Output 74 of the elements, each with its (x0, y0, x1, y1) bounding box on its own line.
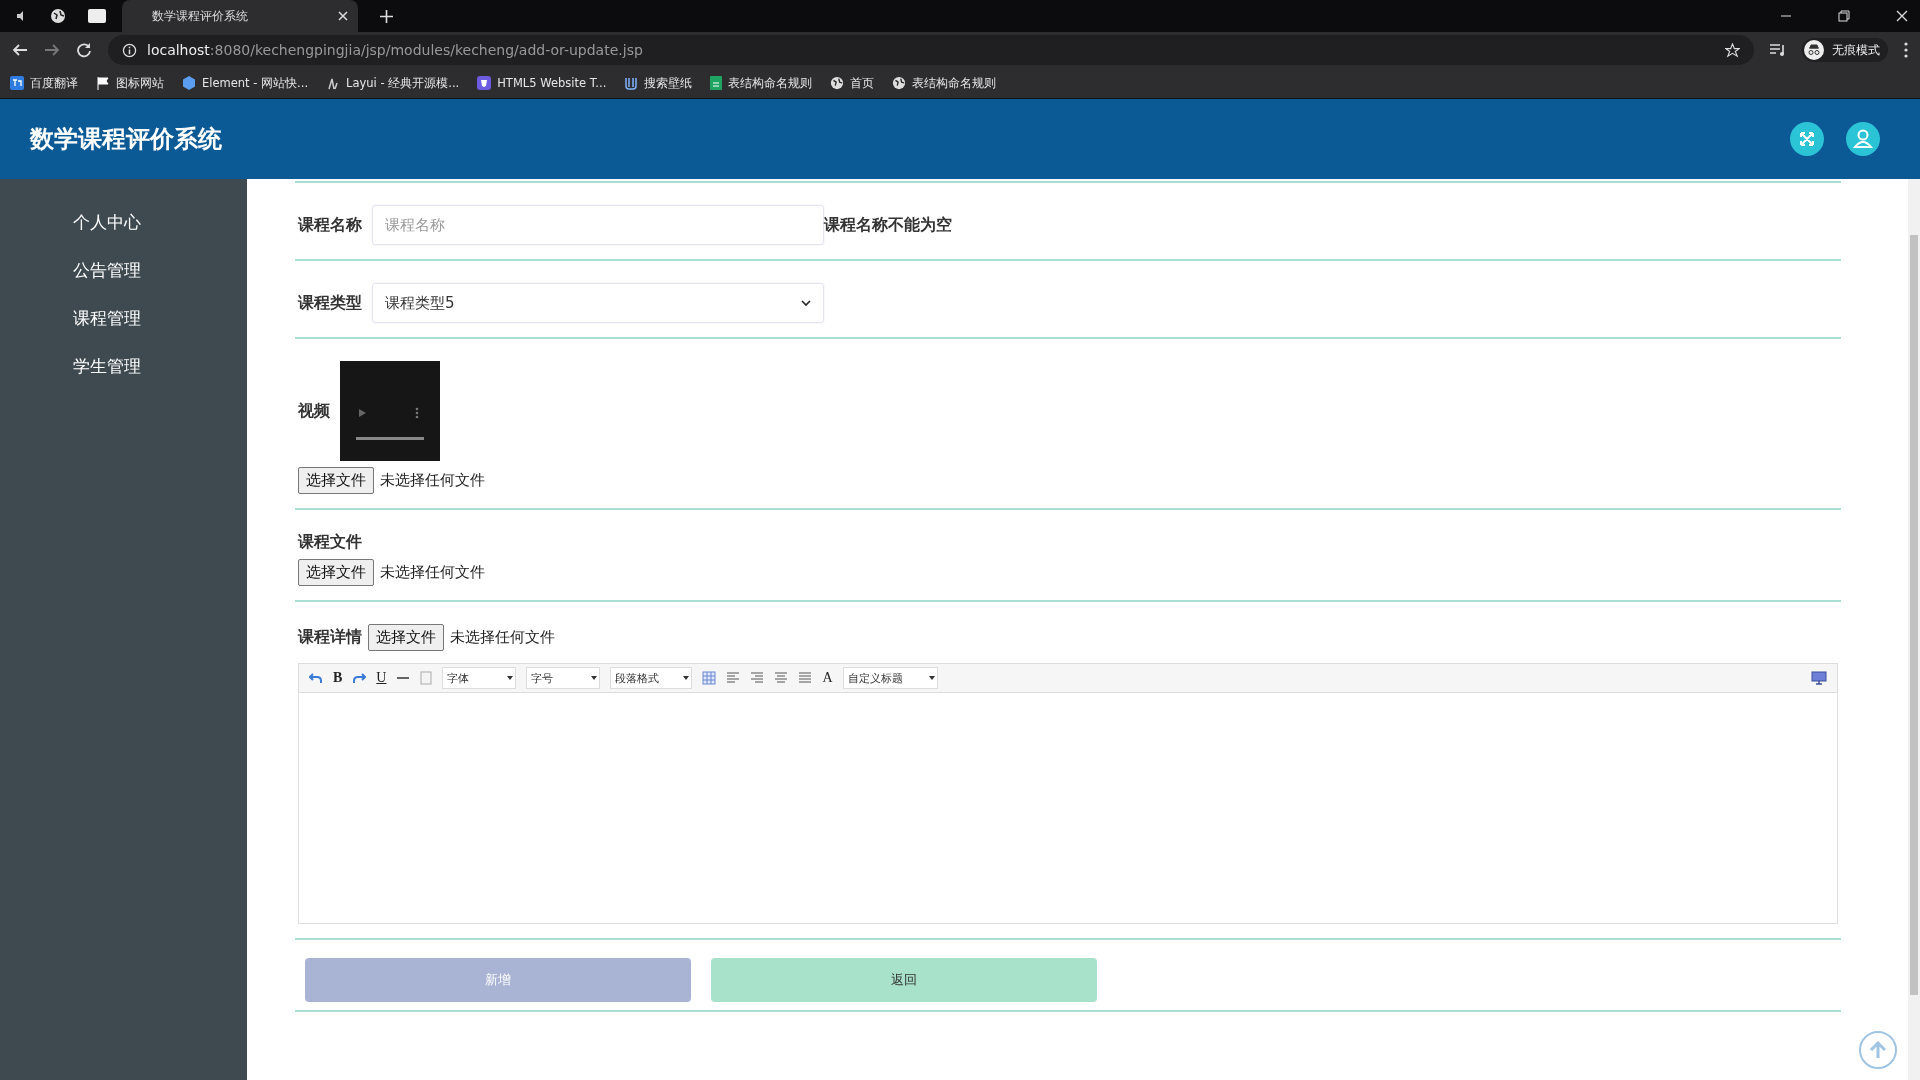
incognito-icon (1804, 40, 1824, 60)
hexagon-icon (182, 76, 196, 90)
editor-dropdown[interactable]: 字体 (442, 667, 517, 689)
error-text: 课程名称不能为空 (824, 214, 952, 236)
caret-icon (928, 676, 935, 680)
editor-dropdown[interactable]: 自定义标题 (842, 667, 938, 689)
sheet-icon (710, 76, 723, 90)
undo-icon[interactable] (309, 671, 323, 685)
menu-icon[interactable] (1904, 42, 1908, 58)
course-type-select[interactable]: 课程类型5 (372, 283, 824, 323)
course-name-field[interactable]: 课程名称 (372, 205, 824, 245)
choose-file-button[interactable]: 选择文件 (368, 624, 444, 651)
sidebar-item[interactable]: 个人中心 (0, 211, 247, 234)
monitor-icon[interactable] (1811, 671, 1827, 685)
browser-tab[interactable]: 数学课程评价系统 (122, 0, 358, 32)
bold-button[interactable]: B (333, 670, 343, 686)
editor-dropdown[interactable]: 段落格式 (610, 667, 693, 689)
sidebar-item[interactable]: 课程管理 (0, 307, 247, 330)
underline-button[interactable]: U (376, 670, 387, 686)
url-text: localhost:8080/kechengpingjia/jsp/modules/kecheng/add-or-update.jsp (147, 42, 643, 58)
choose-file-button[interactable]: 选择文件 (298, 559, 374, 586)
fullscreen-icon[interactable] (1790, 122, 1824, 156)
back-icon[interactable] (12, 42, 28, 58)
restore-icon[interactable] (1838, 10, 1850, 22)
address-bar[interactable]: localhost:8080/kechengpingjia/jsp/modules/kecheng/add-or-update.jsp (108, 35, 1754, 65)
close-icon[interactable] (1896, 10, 1908, 22)
editor-dropdown[interactable]: 字号 (526, 667, 601, 689)
incognito-badge[interactable]: 无痕模式 (1802, 38, 1888, 62)
globe-icon (830, 76, 845, 90)
redo-icon[interactable] (352, 671, 367, 685)
bookmark[interactable]: 首页 (830, 75, 875, 91)
globe-icon (892, 76, 907, 90)
star-icon[interactable] (1725, 42, 1740, 58)
back-button[interactable]: 返回 (711, 958, 1097, 1002)
flag-icon (96, 76, 110, 90)
plus-icon[interactable] (380, 9, 393, 23)
playlist-icon[interactable] (1770, 43, 1786, 57)
video-player[interactable] (340, 361, 440, 461)
caret-icon (683, 676, 690, 680)
caret-icon (591, 676, 598, 680)
shield-icon (477, 76, 492, 90)
bookmark[interactable]: 表结构命名规则 (710, 75, 813, 91)
caret-icon (507, 676, 514, 680)
field-label: 课程文件 (298, 532, 362, 553)
bookmark[interactable]: 表结构命名规则 (892, 75, 997, 91)
app-title: 数学课程评价系统 (30, 124, 222, 155)
chevron-icon (801, 300, 811, 306)
choose-file-button[interactable]: 选择文件 (298, 467, 374, 494)
bookmark[interactable]: Element - 网站快... (182, 75, 309, 91)
bookmark[interactable]: 百度翻译 (10, 75, 78, 91)
bookmark[interactable]: Layui - 经典开源模... (326, 75, 460, 91)
translate-icon (10, 76, 24, 90)
scrollbar[interactable] (1908, 179, 1920, 1080)
forward-icon[interactable] (44, 42, 60, 58)
user-icon[interactable] (1846, 122, 1880, 156)
reload-icon[interactable] (76, 42, 92, 58)
font-color-button[interactable]: A (822, 670, 833, 686)
info-icon[interactable] (122, 42, 137, 58)
field-label: 课程详情 (298, 627, 362, 648)
file-status: 未选择任何文件 (380, 563, 485, 582)
globe-icon[interactable] (50, 8, 66, 24)
field-label: 课程名称 (298, 214, 362, 236)
bookmark[interactable]: 搜索壁纸 (624, 75, 693, 91)
wallpaper-icon (624, 76, 639, 90)
file-status: 未选择任何文件 (450, 628, 555, 647)
sidebar-item[interactable]: 公告管理 (0, 259, 247, 282)
file-status: 未选择任何文件 (380, 471, 485, 490)
field-label: 视频 (298, 400, 330, 422)
close-icon[interactable] (338, 11, 348, 21)
sidebar-item[interactable]: 学生管理 (0, 355, 247, 378)
bookmark[interactable]: 图标网站 (96, 75, 164, 91)
rich-text-editor[interactable]: B U 字体 字号 段落格式 A 自定义标题 (298, 663, 1838, 924)
bookmark[interactable]: HTML5 Website T... (477, 76, 607, 90)
field-label: 课程类型 (298, 292, 362, 314)
